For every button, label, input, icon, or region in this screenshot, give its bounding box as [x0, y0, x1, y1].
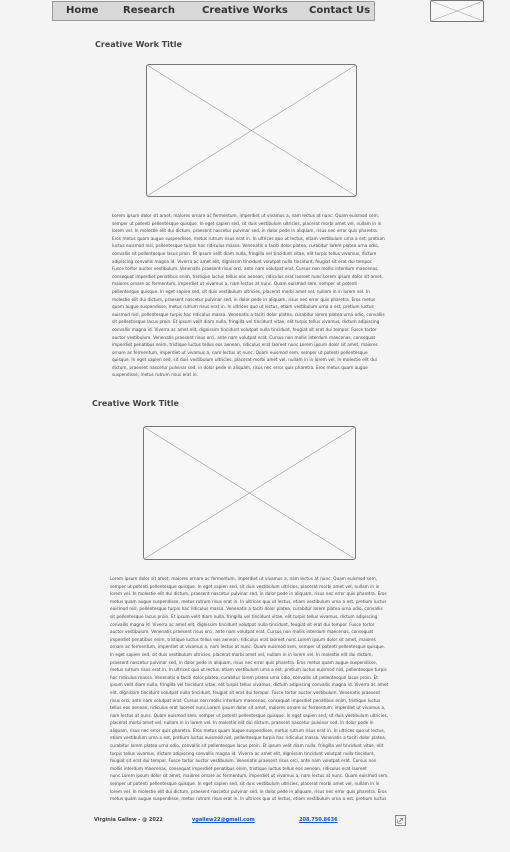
footer-email-link[interactable]: vgallew22@gmail.com: [192, 817, 255, 823]
external-link-glyph: [397, 818, 403, 824]
nav-item-research[interactable]: Research: [123, 5, 175, 16]
nav-item-contact-us[interactable]: Contact Us: [309, 5, 370, 16]
logo-placeholder[interactable]: [430, 0, 484, 22]
creative-work-image: [146, 64, 357, 197]
section-title: Creative Work Title: [92, 399, 179, 408]
image-placeholder-icon: [147, 65, 356, 196]
external-link-icon[interactable]: [395, 815, 406, 826]
section-body-text: Lorem ipsum dolor sit amet, maiores orna…: [112, 213, 385, 378]
nav-item-home[interactable]: Home: [66, 5, 98, 16]
section-title: Creative Work Title: [95, 40, 182, 49]
footer-author: Virginia Gallew - @ 2022: [94, 817, 163, 823]
nav-item-creative-works[interactable]: Creative Works: [202, 5, 288, 16]
main-nav: Home Research Creative Works Contact Us: [52, 1, 375, 21]
image-placeholder-icon: [144, 427, 355, 559]
creative-work-image: [143, 426, 356, 560]
image-placeholder-icon: [431, 1, 483, 21]
section-body-text: Lorem ipsum dolor sit amet, maiores orna…: [110, 576, 389, 802]
footer-phone-link[interactable]: 208.750.8636: [299, 817, 338, 823]
